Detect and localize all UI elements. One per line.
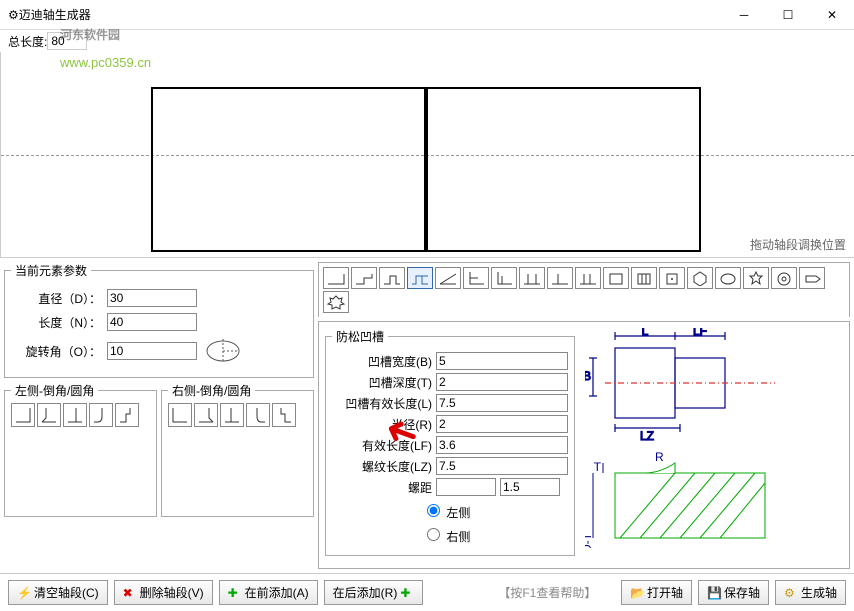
help-text: 【按F1查看帮助】 xyxy=(498,584,596,601)
feat-tab-2[interactable] xyxy=(351,267,377,289)
feat-tab-6[interactable] xyxy=(463,267,489,289)
right-corner-opt-2[interactable] xyxy=(194,403,218,427)
svg-text:B: B xyxy=(585,369,591,383)
feat-tab-14[interactable] xyxy=(687,267,713,289)
feat-tab-8[interactable] xyxy=(519,267,545,289)
angle-label: 旋转角（O）： xyxy=(11,343,101,360)
left-corner-opt-1[interactable] xyxy=(11,403,35,427)
generate-button[interactable]: ⚙生成轴 xyxy=(775,580,846,605)
svg-text:LF: LF xyxy=(693,328,707,338)
delete-button[interactable]: ✖删除轴段(V) xyxy=(114,580,213,605)
feat-tab-5[interactable] xyxy=(435,267,461,289)
feat-tab-13[interactable] xyxy=(659,267,685,289)
groove-diagram: L LF B LZ xyxy=(585,328,843,562)
save-button[interactable]: 💾保存轴 xyxy=(698,580,769,605)
feat-tab-10[interactable] xyxy=(575,267,601,289)
right-corner-group: 右侧-倒角/圆角 xyxy=(161,382,314,517)
groove-r-select[interactable]: 2 xyxy=(436,415,568,433)
canvas-hint: 拖动轴段调换位置 xyxy=(750,236,846,253)
button-bar: ⚡清空轴段(C) ✖删除轴段(V) ✚在前添加(A) 在后添加(R) ✚ 【按F… xyxy=(0,573,854,611)
svg-text:L: L xyxy=(642,328,649,338)
feat-tab-12[interactable] xyxy=(631,267,657,289)
side-right-radio[interactable]: 右侧 xyxy=(422,523,568,547)
svg-text:D-T: D-T xyxy=(585,532,594,548)
angle-diagram-icon xyxy=(203,337,243,365)
diameter-select[interactable]: 30 xyxy=(107,289,197,307)
left-corner-opt-4[interactable] xyxy=(89,403,113,427)
angle-select[interactable]: 10 xyxy=(107,342,197,360)
right-corner-opt-4[interactable] xyxy=(246,403,270,427)
total-length-input[interactable] xyxy=(47,32,87,50)
app-icon: ⚙ xyxy=(8,8,19,22)
feat-tab-18[interactable] xyxy=(799,267,825,289)
pitch-unit-select[interactable] xyxy=(436,478,496,496)
add-after-button[interactable]: 在后添加(R) ✚ xyxy=(324,580,424,605)
open-button[interactable]: 📂打开轴 xyxy=(621,580,692,605)
param-legend: 当前元素参数 xyxy=(11,262,91,279)
right-corner-opt-5[interactable] xyxy=(272,403,296,427)
side-left-radio[interactable]: 左侧 xyxy=(422,499,568,523)
maximize-button[interactable]: ☐ xyxy=(766,0,810,30)
window-title: 迈迪轴生成器 xyxy=(19,6,722,23)
groove-lz-select[interactable]: 7.5 xyxy=(436,457,568,475)
length-select[interactable]: 40 xyxy=(107,313,197,331)
shaft-canvas[interactable]: 拖动轴段调换位置 xyxy=(0,52,854,257)
feat-tab-17[interactable] xyxy=(771,267,797,289)
right-corner-opt-1[interactable] xyxy=(168,403,192,427)
left-corner-opt-5[interactable] xyxy=(115,403,139,427)
groove-b-select[interactable]: 5 xyxy=(436,352,568,370)
left-corner-opt-2[interactable] xyxy=(37,403,61,427)
feat-tab-11[interactable] xyxy=(603,267,629,289)
feat-tab-16[interactable] xyxy=(743,267,769,289)
groove-t-select[interactable]: 2 xyxy=(436,373,568,391)
close-button[interactable]: ✕ xyxy=(810,0,854,30)
feat-tab-9[interactable] xyxy=(547,267,573,289)
feat-tab-7[interactable] xyxy=(491,267,517,289)
svg-text:LZ: LZ xyxy=(640,429,654,443)
right-corner-opt-3[interactable] xyxy=(220,403,244,427)
pitch-value-select[interactable]: 1.5 xyxy=(500,478,560,496)
add-before-button[interactable]: ✚在前添加(A) xyxy=(219,580,318,605)
svg-text:T: T xyxy=(594,460,602,474)
title-bar: ⚙ 迈迪轴生成器 ─ ☐ ✕ xyxy=(0,0,854,30)
svg-text:R: R xyxy=(655,450,664,464)
feature-tab-strip xyxy=(318,262,850,317)
total-length-label: 总长度: xyxy=(8,33,47,50)
feat-tab-4[interactable] xyxy=(407,267,433,289)
groove-group: 防松凹槽 凹槽宽度(B)5 凹槽深度(T)2 凹槽有效长度(L)7.5 半径(R… xyxy=(325,328,575,556)
groove-lf-select[interactable]: 3.6 xyxy=(436,436,568,454)
feat-tab-19[interactable] xyxy=(323,291,349,313)
feat-tab-15[interactable] xyxy=(715,267,741,289)
groove-l-select[interactable]: 7.5 xyxy=(436,394,568,412)
param-group: 当前元素参数 直径（D）： 30 长度（N）： 40 旋转角（O）： 10 xyxy=(4,262,314,378)
diameter-label: 直径（D）： xyxy=(11,290,101,307)
left-corner-group: 左侧-倒角/圆角 xyxy=(4,382,157,517)
clear-button[interactable]: ⚡清空轴段(C) xyxy=(8,580,108,605)
left-corner-opt-3[interactable] xyxy=(63,403,87,427)
length-label: 长度（N）： xyxy=(11,314,101,331)
feat-tab-3[interactable] xyxy=(379,267,405,289)
feat-tab-1[interactable] xyxy=(323,267,349,289)
minimize-button[interactable]: ─ xyxy=(722,0,766,30)
